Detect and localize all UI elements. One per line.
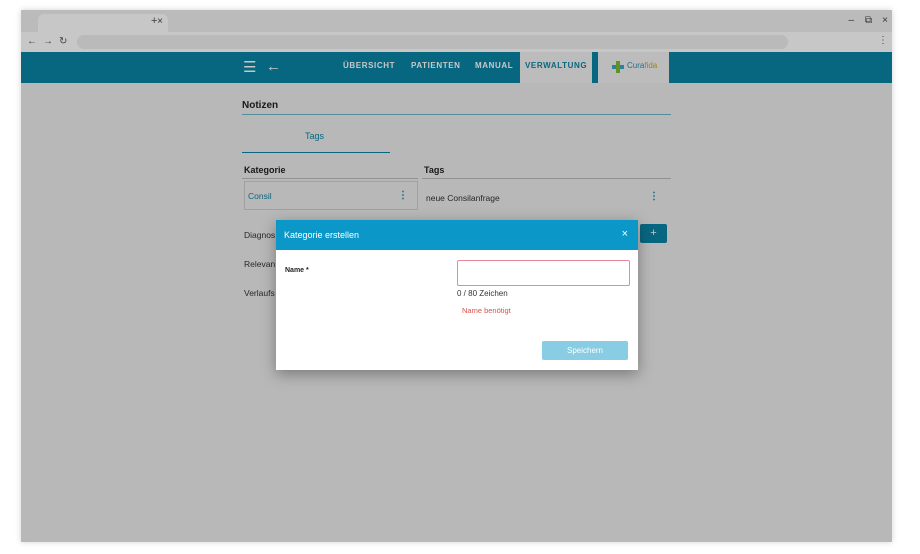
close-icon[interactable]: × (622, 228, 628, 240)
name-label: Name * (285, 267, 309, 274)
save-button[interactable]: Speichern (542, 341, 628, 360)
name-input[interactable] (457, 260, 630, 286)
create-category-dialog: Kategorie erstellen × Name * 0 / 80 Zeic… (276, 220, 638, 370)
name-error-message: Name benötigt (462, 306, 511, 315)
dialog-header: Kategorie erstellen × (276, 220, 638, 250)
browser-window: × + – ⧉ × ← → ↻ ⋮ ☰ ← ÜBERSICHT PATIENTE… (21, 10, 892, 542)
character-counter: 0 / 80 Zeichen (457, 289, 508, 298)
dialog-title: Kategorie erstellen (284, 230, 360, 240)
